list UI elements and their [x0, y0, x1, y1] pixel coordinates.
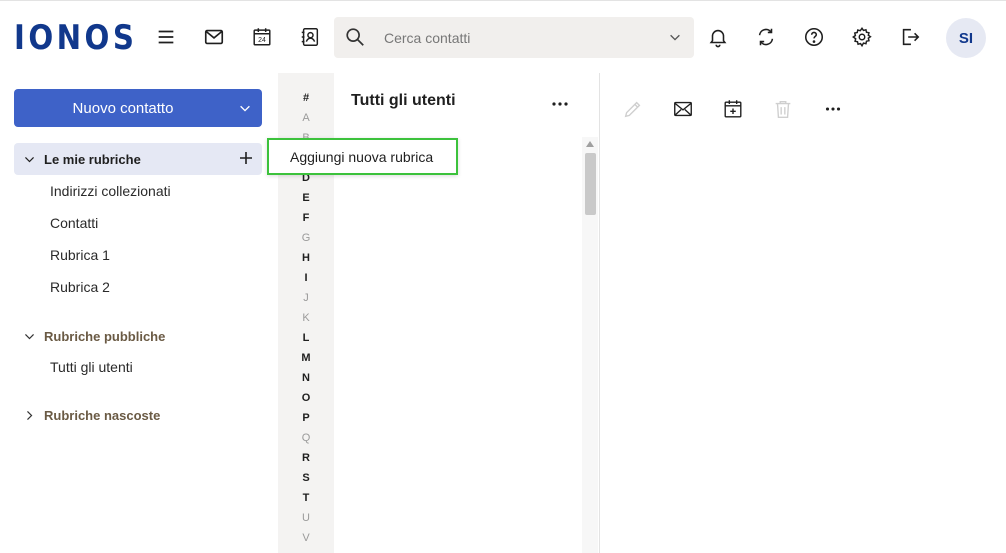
mail-icon[interactable] [200, 23, 228, 51]
section-label: Rubriche pubbliche [44, 328, 166, 344]
refresh-icon[interactable] [752, 23, 780, 51]
index-letter: V [302, 532, 310, 544]
section-label: Rubriche nascoste [44, 407, 161, 423]
sidebar-item-collected-addresses[interactable]: Indirizzi collezionati [50, 183, 171, 199]
index-letter[interactable]: N [278, 372, 334, 384]
index-letter: A [302, 112, 310, 124]
index-letter[interactable]: E [278, 192, 334, 204]
new-contact-button[interactable]: Nuovo contatto [14, 89, 262, 127]
index-letter: Q [301, 432, 311, 444]
index-letter[interactable]: F [278, 212, 334, 224]
settings-icon[interactable] [848, 23, 876, 51]
ionos-logo[interactable]: IONOS [14, 19, 137, 57]
index-letter: J [303, 292, 309, 304]
menu-icon[interactable] [152, 23, 180, 51]
index-letter[interactable]: I [278, 272, 334, 284]
chevron-down-icon[interactable] [23, 330, 36, 343]
logout-icon[interactable] [896, 23, 924, 51]
sidebar-item-all-users[interactable]: Tutti gli utenti [50, 359, 133, 375]
calendar-icon[interactable]: 24 [248, 23, 276, 51]
index-letter[interactable]: M [278, 352, 334, 364]
chevron-down-icon[interactable] [668, 30, 682, 44]
sidebar-item-address-book-2[interactable]: Rubrica 2 [50, 279, 110, 295]
section-my-address-books[interactable]: Le mie rubriche [14, 143, 262, 175]
new-contact-label: Nuovo contatto [72, 100, 174, 117]
list-scrollbar[interactable] [582, 137, 598, 553]
more-icon[interactable] [550, 99, 570, 109]
add-icon[interactable] [238, 150, 254, 166]
index-letter[interactable]: R [278, 452, 334, 464]
bell-icon[interactable] [704, 23, 732, 51]
index-letter[interactable]: H [278, 252, 334, 264]
index-letter[interactable]: # [278, 92, 334, 104]
index-letter[interactable]: S [278, 472, 334, 484]
index-letter[interactable]: T [278, 492, 334, 504]
chevron-right-icon[interactable] [23, 409, 36, 422]
index-letter[interactable]: P [278, 412, 334, 424]
delete-icon[interactable] [770, 96, 796, 122]
chevron-down-icon[interactable] [23, 153, 36, 166]
user-avatar[interactable]: SI [946, 18, 986, 58]
section-label: Le mie rubriche [44, 151, 141, 167]
index-letter[interactable]: L [278, 332, 334, 344]
help-icon[interactable] [800, 23, 828, 51]
app-header: IONOS 24 SI [0, 0, 1006, 73]
index-letter[interactable]: O [278, 392, 334, 404]
calendar-day: 24 [258, 37, 266, 44]
address-book-sidebar: Nuovo contatto Le mie rubriche Indirizzi… [0, 73, 278, 553]
chevron-down-icon[interactable] [238, 101, 252, 115]
search-input[interactable] [384, 17, 664, 58]
scroll-up-arrow-icon[interactable] [586, 141, 594, 147]
section-public-address-books[interactable]: Rubriche pubbliche [14, 320, 262, 352]
section-hidden-address-books[interactable]: Rubriche nascoste [14, 399, 262, 431]
add-to-calendar-icon[interactable] [720, 96, 746, 122]
search-icon[interactable] [344, 26, 366, 48]
index-letter: G [301, 232, 311, 244]
scrollbar-thumb[interactable] [585, 153, 596, 215]
send-mail-icon[interactable] [670, 96, 696, 122]
list-title: Tutti gli utenti [351, 92, 456, 109]
sidebar-item-contacts[interactable]: Contatti [50, 215, 98, 231]
search-bar [334, 17, 694, 58]
menu-item-add-address-book[interactable]: Aggiungi nuova rubrica [290, 149, 433, 165]
contacts-icon[interactable] [296, 23, 324, 51]
sidebar-item-address-book-1[interactable]: Rubrica 1 [50, 247, 110, 263]
edit-icon[interactable] [620, 96, 646, 122]
index-letter: K [302, 312, 310, 324]
more-icon[interactable] [820, 96, 846, 122]
index-letter: U [302, 512, 310, 524]
add-address-book-menu: Aggiungi nuova rubrica [267, 138, 458, 175]
